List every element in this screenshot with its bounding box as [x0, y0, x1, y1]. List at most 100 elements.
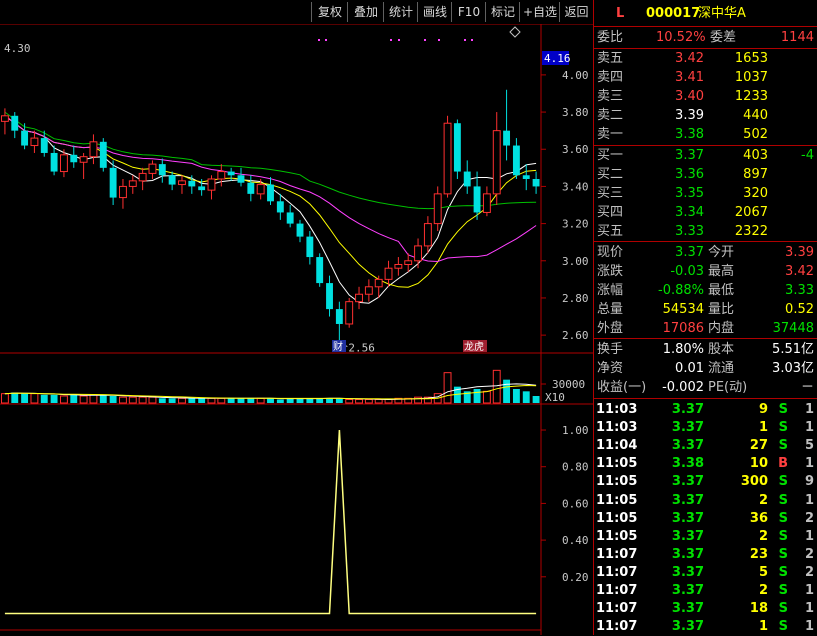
- tick-price: 3.37: [671, 474, 704, 490]
- restore-rights-button[interactable]: 复权: [311, 2, 348, 22]
- tick-count: 1: [804, 456, 814, 472]
- tick-volume: 1: [758, 619, 768, 635]
- volume-bar: [207, 397, 216, 404]
- candle-body: [119, 185, 127, 199]
- fundamental-value: 0.01: [675, 361, 704, 376]
- candle-body: [50, 152, 58, 172]
- tick-row: 11:07 3.37 2 S 1: [594, 581, 817, 600]
- candle-body: [384, 267, 393, 280]
- candle-body: [532, 178, 540, 187]
- tick-time: 11:05: [596, 456, 638, 472]
- bid-price: 3.35: [675, 186, 704, 201]
- tick-side: B: [778, 456, 788, 472]
- tick-row: 11:05 3.38 10 B 1: [594, 454, 817, 473]
- volume-bar: [188, 398, 196, 403]
- candle-body: [414, 245, 422, 262]
- candle-body: [207, 178, 216, 191]
- top-price-label: 4.30: [4, 42, 31, 55]
- tick-count: 2: [804, 546, 814, 562]
- add-watchlist-button[interactable]: +自选: [519, 2, 560, 22]
- stat-label: 现价: [597, 245, 624, 260]
- candle-body: [138, 172, 147, 182]
- price-tick-label: 3.60: [562, 143, 589, 156]
- bid-level-label: 买三: [597, 186, 624, 201]
- ask-price: 3.41: [675, 70, 704, 85]
- volume-multiplier: X10: [545, 391, 565, 404]
- tick-count: 1: [804, 583, 814, 598]
- bid-row: 买四 3.34 2067: [594, 203, 817, 222]
- candle-body: [482, 193, 491, 213]
- volume-bar: [532, 396, 540, 403]
- candle-body: [128, 180, 137, 187]
- candle-body: [503, 130, 511, 146]
- tick-price: 3.37: [671, 438, 704, 454]
- tick-side: S: [778, 528, 788, 544]
- ask-level-label: 卖三: [597, 89, 624, 104]
- volume-bar: [256, 397, 265, 404]
- tick-time: 11:07: [596, 601, 638, 617]
- mark-button[interactable]: 标记: [485, 2, 520, 22]
- volume-bar: [40, 394, 48, 403]
- tick-count: 1: [804, 492, 814, 508]
- stat-value: 3.37: [675, 245, 704, 260]
- tick-price: 3.37: [671, 492, 704, 508]
- ask-row: 卖四 3.41 1037: [594, 68, 817, 87]
- stat-label: 最高: [708, 264, 735, 279]
- price-tick-label: 3.00: [562, 255, 589, 268]
- ask-price: 3.42: [675, 51, 704, 66]
- volume-bar: [443, 372, 452, 404]
- marker-dot: [325, 39, 327, 41]
- fundamental-label: 流通: [708, 361, 735, 376]
- stat-label: 涨跌: [597, 264, 624, 279]
- tick-price: 3.37: [671, 601, 704, 617]
- ratio-label: 委比: [597, 30, 624, 45]
- ask-row: 卖二 3.39 440: [594, 106, 817, 125]
- stat-label: 涨幅: [597, 283, 624, 298]
- tick-volume: 1: [758, 420, 768, 436]
- stat-row: 现价 3.37 今开 3.39: [594, 243, 817, 262]
- candle-body: [79, 156, 88, 163]
- bid-change: -4: [801, 148, 814, 163]
- volume-bar: [119, 396, 127, 404]
- ask-row: 卖一 3.38 502: [594, 125, 817, 144]
- volume-bar: [326, 398, 333, 403]
- draw-line-button[interactable]: 画线: [417, 2, 452, 22]
- kline-chart[interactable]: 4.00 3.80 3.60 3.40 3.20 3.00 2.80 2.60 4.30 4.16…: [0, 0, 593, 635]
- candle-body: [148, 163, 157, 174]
- statistics-button[interactable]: 统计: [383, 2, 418, 22]
- tick-time: 11:03: [596, 402, 638, 417]
- marker-dot: [464, 39, 466, 41]
- ask-volume: 502: [743, 127, 768, 142]
- volume-bar: [227, 398, 235, 403]
- volume-bar: [89, 394, 98, 404]
- ask-volume: 1653: [734, 51, 768, 66]
- bid-volume: 897: [743, 167, 768, 182]
- price-tick-label: 2.60: [562, 329, 589, 342]
- tick-row: 11:07 3.37 23 S 2: [594, 545, 817, 564]
- bid-price: 3.36: [675, 167, 704, 182]
- stat-row: 外盘 17086 内盘 37448: [594, 319, 817, 338]
- indicator-tick-label: 0.40: [562, 534, 589, 547]
- price-tick-label: 3.80: [562, 106, 589, 119]
- candle-body: [463, 171, 471, 187]
- tick-count: 9: [804, 474, 814, 490]
- stat-row: 涨幅 -0.88% 最低 3.33: [594, 281, 817, 300]
- back-button[interactable]: 返回: [559, 2, 593, 22]
- bid-price: 3.37: [675, 148, 704, 163]
- tick-volume: 5: [758, 564, 768, 580]
- candle-body: [443, 122, 452, 195]
- bid-price: 3.34: [675, 205, 704, 220]
- stat-value: 17086: [662, 321, 704, 336]
- candle-body: [423, 223, 432, 247]
- candle-body: [109, 167, 117, 198]
- f10-button[interactable]: F10: [451, 2, 486, 22]
- volume-bar: [11, 392, 19, 403]
- volume-bar: [21, 393, 29, 403]
- tick-volume: 2: [758, 528, 768, 544]
- tick-count: 1: [804, 601, 814, 617]
- diamond-icon: [509, 26, 521, 38]
- tick-time: 11:04: [596, 438, 638, 454]
- stat-value: 0.52: [785, 302, 814, 317]
- overlay-button[interactable]: 叠加: [347, 2, 384, 22]
- volume-bar: [109, 396, 117, 403]
